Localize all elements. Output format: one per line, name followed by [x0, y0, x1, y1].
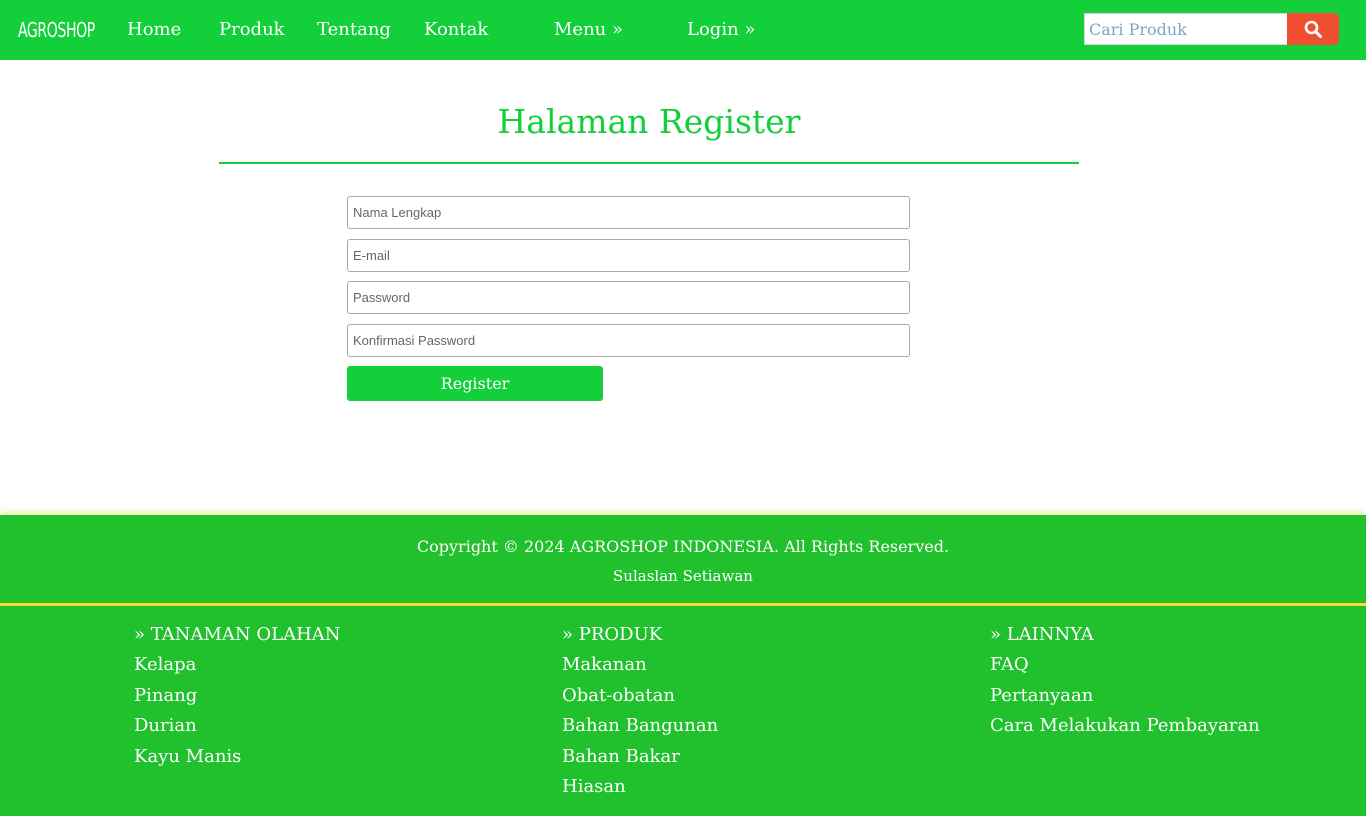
footer-link-faq[interactable]: FAQ: [990, 650, 1260, 681]
password-field[interactable]: [347, 281, 910, 314]
register-button[interactable]: Register: [347, 366, 603, 401]
title-divider: [219, 162, 1079, 164]
nav-menu-dropdown[interactable]: Menu »: [554, 18, 623, 42]
search-button[interactable]: [1287, 13, 1339, 45]
footer-link-bahan-bakar[interactable]: Bahan Bakar: [562, 742, 718, 773]
footer-link-pertanyaan[interactable]: Pertanyaan: [990, 681, 1260, 712]
nav-produk[interactable]: Produk: [219, 18, 285, 42]
footer-heading: » LAINNYA: [990, 624, 1094, 645]
footer-link-durian[interactable]: Durian: [134, 711, 341, 742]
footer-link-makanan[interactable]: Makanan: [562, 650, 718, 681]
footer-heading: » TANAMAN OLAHAN: [134, 624, 341, 645]
top-navbar: AGROSHOP Home Produk Tentang Kontak Menu…: [0, 0, 1366, 60]
footer-column-produk: » PRODUK Makanan Obat-obatan Bahan Bangu…: [562, 620, 718, 803]
nav-home[interactable]: Home: [127, 18, 181, 42]
nav-login-dropdown[interactable]: Login »: [687, 18, 755, 42]
search-input[interactable]: [1084, 13, 1288, 45]
footer-link-kelapa[interactable]: Kelapa: [134, 650, 341, 681]
nav-tentang[interactable]: Tentang: [317, 18, 391, 42]
footer-link-pinang[interactable]: Pinang: [134, 681, 341, 712]
author-name: Sulaslan Setiawan: [613, 567, 753, 585]
footer-link-hiasan[interactable]: Hiasan: [562, 772, 718, 803]
footer-column-tanaman-olahan: » TANAMAN OLAHAN Kelapa Pinang Durian Ka…: [134, 620, 341, 772]
footer-link-cara-pembayaran[interactable]: Cara Melakukan Pembayaran: [990, 711, 1260, 742]
search-icon: [1304, 20, 1322, 38]
copyright-text: Copyright © 2024 AGROSHOP INDONESIA. All…: [416, 537, 950, 556]
full-name-field[interactable]: [347, 196, 910, 229]
nav-kontak[interactable]: Kontak: [424, 18, 488, 42]
confirm-password-field[interactable]: [347, 324, 910, 357]
footer-column-lainnya: » LAINNYA FAQ Pertanyaan Cara Melakukan …: [990, 620, 1260, 742]
brand-logo[interactable]: AGROSHOP: [18, 18, 95, 42]
footer-heading: » PRODUK: [562, 624, 663, 645]
email-field[interactable]: [347, 239, 910, 272]
footer-link-kayu-manis[interactable]: Kayu Manis: [134, 742, 341, 773]
footer-link-obat-obatan[interactable]: Obat-obatan: [562, 681, 718, 712]
page-title: Halaman Register: [497, 102, 801, 141]
footer-copyright-band: [0, 515, 1366, 604]
footer-link-bahan-bangunan[interactable]: Bahan Bangunan: [562, 711, 718, 742]
